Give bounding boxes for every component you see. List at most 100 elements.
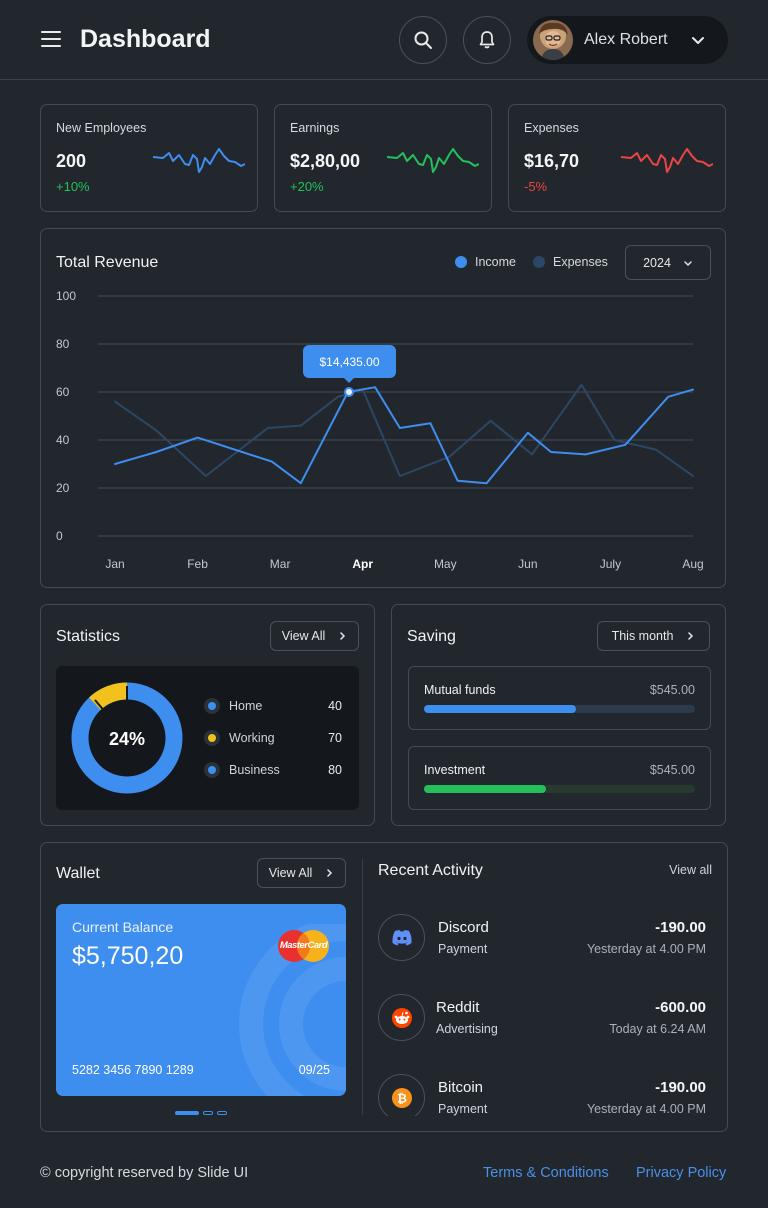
- wallet-view-all-button[interactable]: View All: [257, 858, 346, 888]
- activity-item[interactable]: Discord Payment -190.00 Yesterday at 4.0…: [378, 914, 712, 964]
- terms-link[interactable]: Terms & Conditions: [483, 1165, 609, 1181]
- activity-sub: Payment: [438, 1102, 488, 1116]
- activity-amount: -190.00: [655, 1079, 706, 1096]
- stat-value: $2,80,00: [290, 151, 361, 171]
- activity-name: Discord: [438, 919, 489, 936]
- saving-amount: $545.00: [649, 763, 695, 777]
- chevron-right-icon: [327, 869, 333, 877]
- sparkline: [387, 148, 479, 173]
- user-menu[interactable]: Alex Robert: [527, 16, 728, 64]
- progress-fill: [424, 705, 576, 713]
- activity-sub: Advertising: [436, 1022, 498, 1036]
- wallet-title: Wallet: [56, 865, 100, 882]
- tooltip-value: $14,435.00: [319, 354, 380, 369]
- carousel-dot[interactable]: [217, 1111, 227, 1115]
- chart-active-point[interactable]: [344, 387, 354, 397]
- legend-label: Business: [229, 763, 280, 777]
- sparkline: [153, 148, 245, 173]
- privacy-link[interactable]: Privacy Policy: [636, 1165, 726, 1181]
- y-tick-label: 60: [56, 385, 70, 399]
- x-tick-label: May: [434, 557, 457, 571]
- series-line-expenses: [114, 383, 694, 477]
- y-tick-label: 20: [56, 481, 70, 495]
- activity-list: Discord Payment -190.00 Yesterday at 4.0…: [378, 900, 718, 1116]
- legend-label: Working: [229, 731, 275, 745]
- stat-label: Earnings: [290, 121, 340, 135]
- view-all-label: View All: [268, 866, 313, 880]
- progress-track: [424, 785, 695, 793]
- x-tick-label: July: [600, 557, 621, 571]
- saving-item-investment[interactable]: Investment $545.00: [408, 746, 711, 810]
- x-tick-label: Mar: [270, 557, 291, 571]
- copyright-text: © copyright reserved by Slide UI: [40, 1165, 249, 1181]
- card-expiry: 09/25: [298, 1063, 330, 1077]
- y-tick-label: 100: [56, 289, 76, 303]
- stat-delta: +10%: [56, 179, 90, 194]
- x-tick-label: Feb: [187, 557, 208, 571]
- saving-label: Investment: [424, 763, 486, 777]
- discord-icon: [378, 914, 425, 961]
- card-balance: $5,750,20: [72, 942, 184, 970]
- series-line-income: [114, 386, 694, 485]
- legend-dot: [204, 730, 220, 746]
- activity-name: Bitcoin: [438, 1079, 484, 1096]
- progress-fill: [424, 785, 546, 793]
- statistics-panel: 24% Home 40 Working 70 Business 80: [56, 666, 359, 810]
- x-tick-label: Jun: [518, 557, 537, 571]
- hamburger-menu-icon[interactable]: [41, 31, 61, 49]
- carousel-dot[interactable]: [203, 1111, 213, 1115]
- saving-amount: $545.00: [649, 683, 695, 697]
- stat-delta: +20%: [290, 179, 324, 194]
- x-tick-label: Aug: [682, 557, 703, 571]
- search-button[interactable]: [399, 16, 447, 64]
- stat-label: Expenses: [524, 121, 579, 135]
- activity-amount: -190.00: [655, 919, 706, 936]
- credit-card[interactable]: Current Balance $5,750,20 MasterCard 528…: [56, 904, 346, 1096]
- legend-dot: [204, 762, 220, 778]
- activity-item[interactable]: ₿ Bitcoin Payment -190.00 Yesterday at 4…: [378, 1074, 712, 1116]
- reddit-icon: [378, 994, 425, 1041]
- stat-card-earnings: Earnings $2,80,00 +20%: [274, 104, 492, 212]
- stat-label: New Employees: [56, 121, 147, 135]
- card-brand: MasterCard: [279, 940, 328, 951]
- activity-view-all-link[interactable]: View all: [640, 863, 712, 877]
- view-all-label: View All: [281, 629, 326, 643]
- saving-card: Saving This month Mutual funds $545.00 I…: [391, 604, 726, 826]
- divider: [362, 859, 363, 1115]
- period-select[interactable]: This month: [597, 621, 710, 651]
- chevron-down-icon: [692, 37, 704, 44]
- stat-value: 200: [56, 151, 87, 171]
- sparkline: [621, 148, 713, 173]
- stat-card-new-employees: New Employees 200 +10%: [40, 104, 258, 212]
- view-all-button[interactable]: View All: [270, 621, 359, 651]
- saving-item-mutual-funds[interactable]: Mutual funds $545.00: [408, 666, 711, 730]
- activity-name: Reddit: [436, 999, 480, 1016]
- legend-value: 40: [328, 699, 342, 713]
- revenue-line-chart: 100 80 60 40 20 0 Jan Feb Mar Apr May Jun July Aug: [56, 289, 704, 571]
- activity-time: Today at 6.24 AM: [609, 1022, 706, 1036]
- svg-text:₿: ₿: [397, 1091, 407, 1105]
- mastercard-logo: MasterCard: [276, 929, 331, 963]
- total-revenue-card: Total Revenue Income Expenses 2024 100 80…: [40, 228, 726, 588]
- x-tick-label: Jan: [105, 557, 124, 571]
- search-icon: [414, 31, 432, 49]
- saving-label: Mutual funds: [424, 683, 496, 697]
- notifications-button[interactable]: [463, 16, 511, 64]
- stat-value: $16,70: [524, 151, 580, 171]
- activity-title: Recent Activity: [378, 862, 483, 879]
- activity-item[interactable]: Reddit Advertising -600.00 Today at 6.24…: [378, 994, 712, 1044]
- carousel-dot-active[interactable]: [175, 1111, 199, 1115]
- chevron-right-icon: [340, 632, 346, 640]
- y-tick-label: 0: [56, 529, 63, 543]
- tooltip-pointer: [343, 377, 355, 383]
- y-tick-label: 40: [56, 433, 70, 447]
- top-bar: Dashboard Alex Robert: [0, 0, 768, 80]
- chart-tooltip: $14,435.00: [303, 345, 396, 378]
- activity-amount: -600.00: [655, 999, 706, 1016]
- legend-row-business: Business 80: [204, 760, 342, 780]
- bell-icon: [479, 31, 495, 49]
- section-title: Saving: [407, 628, 456, 645]
- legend-value: 80: [328, 763, 342, 777]
- section-title: Statistics: [56, 628, 121, 645]
- legend-label: Home: [229, 699, 263, 713]
